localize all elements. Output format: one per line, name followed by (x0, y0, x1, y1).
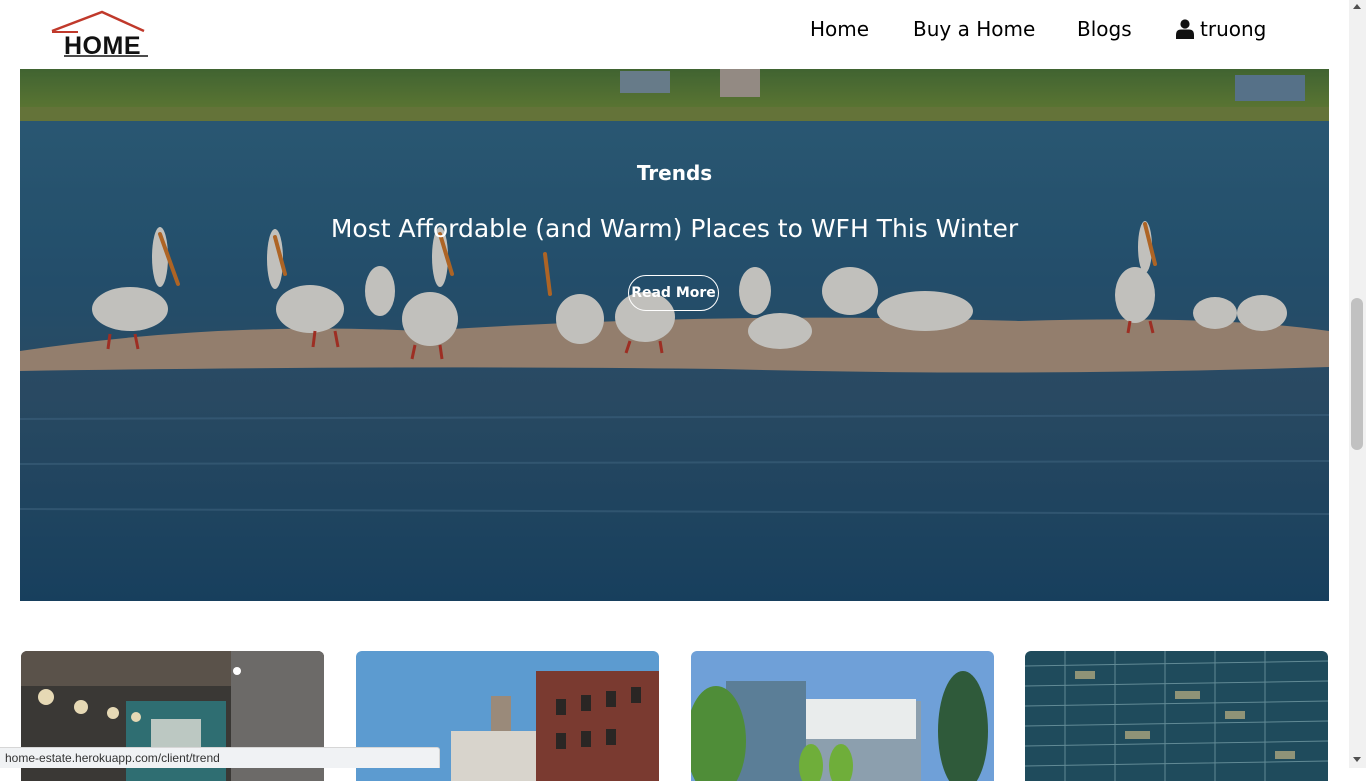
link-status-bar: home-estate.herokuapp.com/client/trend (0, 747, 440, 768)
page-scrollbar[interactable] (1349, 0, 1366, 768)
read-more-button[interactable]: Read More (628, 275, 719, 311)
nav-home[interactable]: Home (810, 17, 869, 41)
user-name: truong (1200, 17, 1267, 41)
blog-card[interactable] (691, 651, 994, 781)
hero-title: Most Affordable (and Warm) Places to WFH… (330, 214, 1019, 243)
blog-card[interactable] (1025, 651, 1328, 781)
site-header: HOME Home Buy a Home Blogs truong (0, 0, 1349, 69)
hero-category: Trends (636, 161, 713, 185)
logo-text: HOME (64, 32, 141, 60)
card-image-office (691, 651, 994, 781)
nav-blogs[interactable]: Blogs (1077, 17, 1132, 41)
scroll-up-icon[interactable] (1353, 4, 1361, 9)
hero-overlay (20, 69, 1329, 601)
scrollbar-thumb[interactable] (1351, 298, 1363, 450)
nav-user[interactable]: truong (1176, 17, 1266, 41)
card-image-tower (1025, 651, 1328, 781)
user-icon (1176, 19, 1194, 39)
site-logo[interactable]: HOME (50, 8, 154, 64)
hero-banner: Trends Most Affordable (and Warm) Places… (20, 69, 1329, 601)
scroll-down-icon[interactable] (1353, 757, 1361, 762)
nav-buy-a-home[interactable]: Buy a Home (913, 17, 1035, 41)
